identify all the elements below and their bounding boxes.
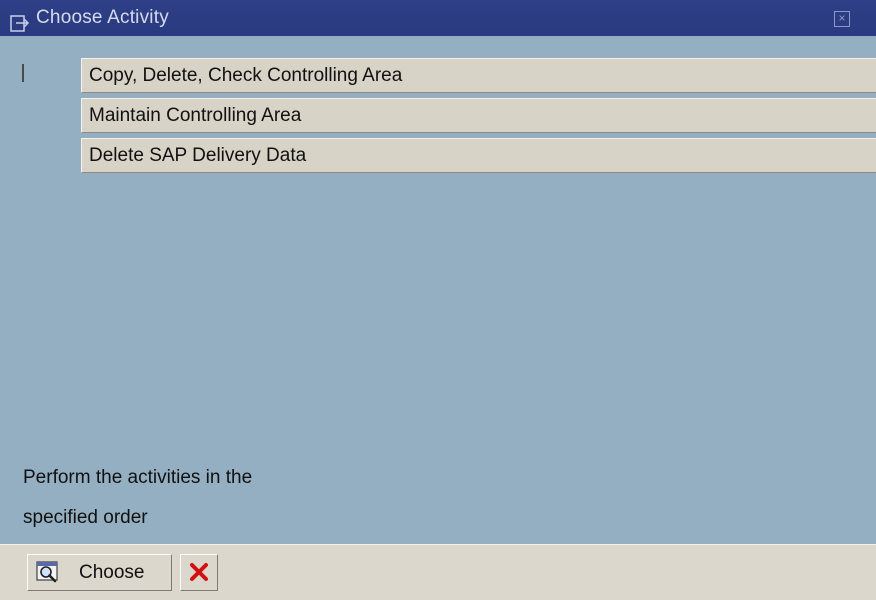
choose-activity-dialog: Choose Activity × Copy, Delete, Check Co… <box>0 0 876 600</box>
hint-line-1: Perform the activities in the <box>23 467 253 488</box>
choose-button-label: Choose <box>79 562 145 583</box>
activity-list: Copy, Delete, Check Controlling Area Mai… <box>81 58 876 178</box>
text-cursor <box>22 64 24 82</box>
activity-item-delete-delivery-data[interactable]: Delete SAP Delivery Data <box>81 138 876 173</box>
choose-button[interactable]: Choose <box>27 554 172 591</box>
close-icon[interactable]: × <box>834 11 850 27</box>
window-title: Choose Activity <box>36 7 169 28</box>
choose-magnifier-icon <box>36 561 60 583</box>
cancel-button[interactable] <box>180 554 218 591</box>
activity-item-maintain-controlling-area[interactable]: Maintain Controlling Area <box>81 98 876 133</box>
button-bar: Choose <box>0 544 876 600</box>
title-bar: Choose Activity × <box>0 0 876 36</box>
dialog-arrow-icon <box>10 10 30 32</box>
activity-item-copy-delete-check[interactable]: Copy, Delete, Check Controlling Area <box>81 58 876 93</box>
cancel-x-icon <box>189 562 209 582</box>
hint-line-2: specified order <box>23 507 148 528</box>
hint-text: Perform the activities in the specified … <box>23 458 252 538</box>
